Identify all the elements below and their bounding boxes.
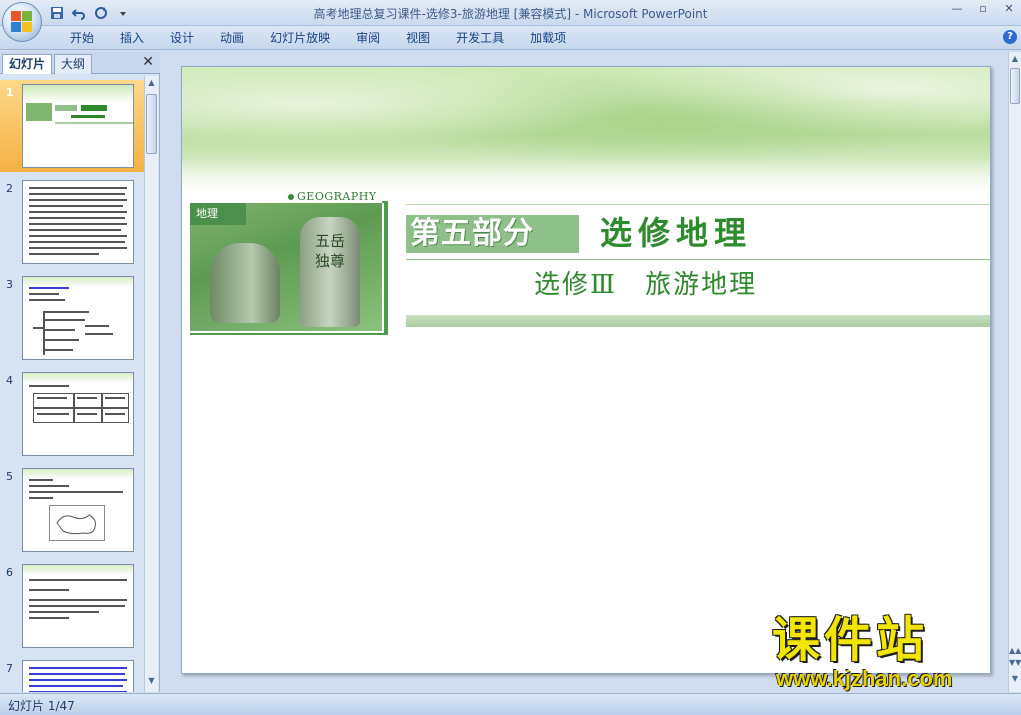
slide-number: 4 xyxy=(6,374,13,387)
restore-icon[interactable]: ▫ xyxy=(975,2,991,16)
scroll-thumb[interactable] xyxy=(1010,68,1020,104)
slide-canvas[interactable]: GEOGRAPHY 五岳独尊 地理 第五部分 选修地理 选修Ⅲ 旅游地理 xyxy=(181,66,991,674)
slide-counter: 幻灯片 1/47 xyxy=(8,699,75,713)
scroll-up-icon[interactable]: ▲ xyxy=(145,78,158,92)
window-title: 高考地理总复习课件-选修3-旅游地理 [兼容模式] - Microsoft Po… xyxy=(313,7,708,21)
ribbon-tabs: 开始 插入 设计 动画 幻灯片放映 审阅 视图 开发工具 加载项 xyxy=(57,30,579,46)
bullet-dot-icon xyxy=(288,194,294,200)
slides-pane: 幻灯片 大纲 ✕ 1 2 3 4 5 6 7 ▲ ▼ xyxy=(0,52,160,692)
thumbnails-scrollbar[interactable]: ▲ ▼ xyxy=(144,76,158,692)
help-icon[interactable]: ? xyxy=(1003,30,1017,44)
tab-insert[interactable]: 插入 xyxy=(107,30,157,46)
slide-preview xyxy=(22,372,134,456)
minimize-icon[interactable]: — xyxy=(949,2,965,16)
scroll-thumb[interactable] xyxy=(146,94,157,154)
status-bar: 幻灯片 1/47 xyxy=(0,693,1021,715)
slide-editor: GEOGRAPHY 五岳独尊 地理 第五部分 选修地理 选修Ⅲ 旅游地理 xyxy=(162,52,1007,692)
next-slide-icon[interactable]: ▼▼ xyxy=(1009,658,1021,667)
tab-review[interactable]: 审阅 xyxy=(343,30,393,46)
tab-design[interactable]: 设计 xyxy=(157,30,207,46)
slide-preview xyxy=(22,84,134,168)
tab-developer[interactable]: 开发工具 xyxy=(443,30,517,46)
tab-view[interactable]: 视图 xyxy=(393,30,443,46)
watermark-title: 课件站 xyxy=(772,612,929,668)
watermark-url: www.kjzhan.com xyxy=(776,666,953,691)
tab-slideshow[interactable]: 幻灯片放映 xyxy=(257,30,343,46)
slide-thumbnail-1[interactable]: 1 xyxy=(0,80,144,172)
slide-number: 2 xyxy=(6,182,13,195)
scroll-down-icon[interactable]: ▼ xyxy=(145,676,158,690)
office-logo-icon xyxy=(11,11,33,33)
tab-animations[interactable]: 动画 xyxy=(207,30,257,46)
map-icon xyxy=(56,514,96,535)
tab-addins[interactable]: 加载项 xyxy=(517,30,579,46)
window-controls: — ▫ ✕ xyxy=(949,2,1017,16)
slide-thumbnail-4[interactable]: 4 xyxy=(0,368,144,460)
slide-number: 5 xyxy=(6,470,13,483)
slide-preview xyxy=(22,660,134,692)
close-icon[interactable]: ✕ xyxy=(1001,2,1017,16)
slide-title-topic[interactable]: 选修地理 xyxy=(600,213,752,253)
title-bar: 高考地理总复习课件-选修3-旅游地理 [兼容模式] - Microsoft Po… xyxy=(0,0,1021,42)
scroll-down-icon[interactable]: ▼ xyxy=(1009,674,1021,683)
tab-outline[interactable]: 大纲 xyxy=(54,54,93,74)
slide-number: 1 xyxy=(6,86,14,99)
slide-preview xyxy=(22,180,134,264)
ribbon: 开始 插入 设计 动画 幻灯片放映 审阅 视图 开发工具 加载项 ? xyxy=(0,26,1021,50)
geography-label: GEOGRAPHY xyxy=(297,190,377,203)
tab-home[interactable]: 开始 xyxy=(57,30,107,46)
close-pane-icon[interactable]: ✕ xyxy=(142,54,154,70)
tab-slides[interactable]: 幻灯片 xyxy=(2,54,53,74)
slide-thumbnails: 1 2 3 4 5 6 7 xyxy=(0,76,144,692)
slide-thumbnail-5[interactable]: 5 xyxy=(0,464,144,556)
slide-number: 7 xyxy=(6,662,13,675)
office-button[interactable] xyxy=(2,2,42,42)
slide-thumbnail-6[interactable]: 6 xyxy=(0,560,144,652)
slide-number: 6 xyxy=(6,566,13,579)
slide-thumbnail-2[interactable]: 2 xyxy=(0,176,144,268)
scroll-up-icon[interactable]: ▲ xyxy=(1009,54,1021,63)
slide-subtitle[interactable]: 选修Ⅲ 旅游地理 xyxy=(534,267,757,303)
slide-preview xyxy=(22,276,134,360)
slide-thumbnail-7[interactable]: 7 xyxy=(0,656,144,692)
slide-title-part[interactable]: 第五部分 xyxy=(410,215,534,253)
pane-tabs: 幻灯片 大纲 ✕ xyxy=(0,52,160,74)
slide-scrollbar[interactable]: ▲ ▲▲ ▼▼ ▼ xyxy=(1008,52,1021,692)
slide-preview xyxy=(22,468,134,552)
slide-number: 3 xyxy=(6,278,13,291)
slide-preview xyxy=(22,564,134,648)
previous-slide-icon[interactable]: ▲▲ xyxy=(1009,646,1021,655)
decorative-bar xyxy=(406,315,990,327)
slide-thumbnail-3[interactable]: 3 xyxy=(0,272,144,364)
